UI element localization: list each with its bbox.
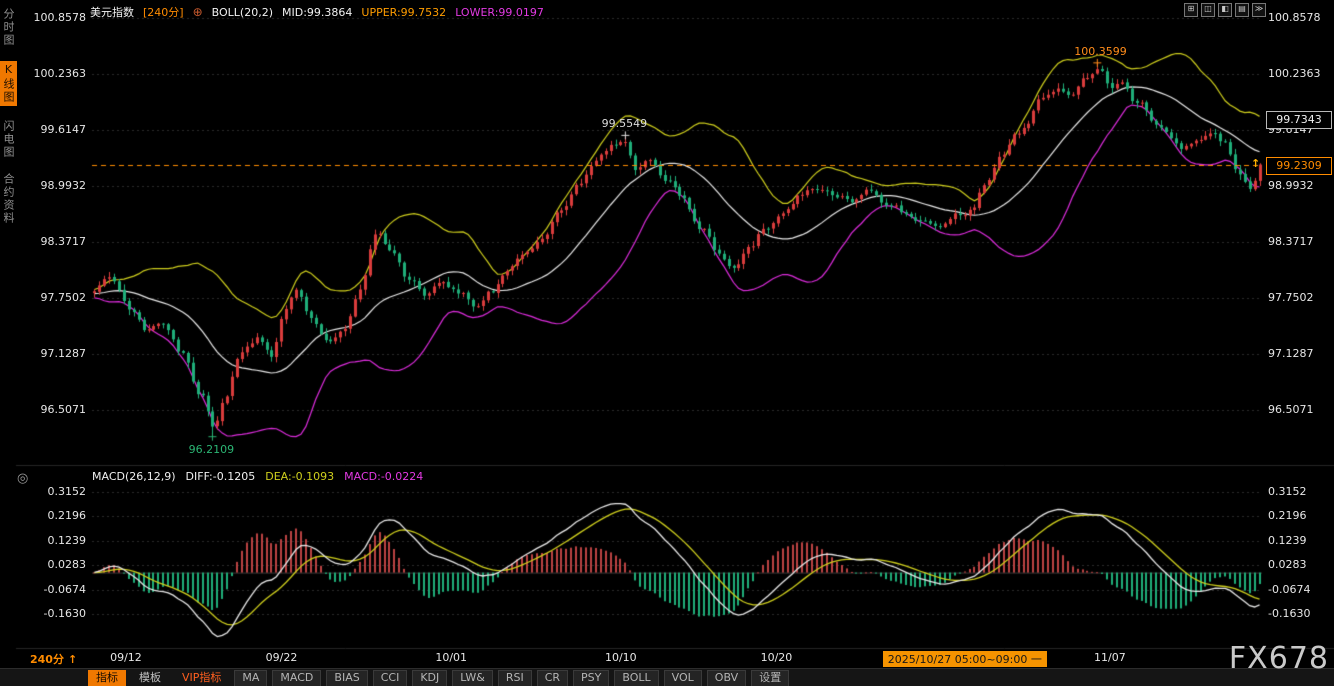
macd-axis-label-right: 0.2196 xyxy=(1268,509,1307,522)
price-axis-label-right: 97.1287 xyxy=(1268,347,1314,360)
boll-label: BOLL(20,2) xyxy=(212,6,273,19)
macd-axis-label-right: -0.0674 xyxy=(1268,583,1310,596)
toolbar-button-1[interactable]: MACD xyxy=(272,670,321,686)
price-axis-label-left: 98.9932 xyxy=(24,179,86,192)
price-direction-arrow-icon: ↑ xyxy=(1251,157,1260,170)
toolbar-tab-0[interactable]: 指标 xyxy=(88,670,126,686)
macd-diff-value: DIFF:-0.1205 xyxy=(186,470,256,483)
layout-expand-icon[interactable]: ≫ xyxy=(1252,3,1266,17)
add-indicator-icon[interactable]: ⊕ xyxy=(193,5,203,19)
footer-period: 240分 ↑ xyxy=(30,651,77,667)
price-axis-label-left: 96.5071 xyxy=(24,403,86,416)
window-controls: ⊞◫◧▤≫ xyxy=(1184,3,1266,17)
macd-axis-label-left: 0.3152 xyxy=(24,485,86,498)
layout-rows-icon[interactable]: ▤ xyxy=(1235,3,1249,17)
price-axis-label-right: 100.2363 xyxy=(1268,67,1321,80)
toolbar: 指标模板 VIP指标 MA MACD BIAS CCIKDJ LW&RSI CR PSY BOLL… xyxy=(88,670,789,686)
macd-axis-label-right: 0.0283 xyxy=(1268,558,1307,571)
macd-dea-value: DEA:-0.1093 xyxy=(265,470,334,483)
sidebar-tab-0[interactable]: 分时图 xyxy=(0,8,16,47)
chart-header: 美元指数 [240分] ⊕ BOLL(20,2) MID:99.3864 UPP… xyxy=(90,4,544,20)
x-axis-label: 09/12 xyxy=(110,651,142,664)
x-axis-label: 10/20 xyxy=(761,651,793,664)
boll-upper-value: UPPER:99.7532 xyxy=(361,6,446,19)
footer-period-label[interactable]: 240分 xyxy=(30,651,64,667)
toolbar-button-2[interactable]: BIAS xyxy=(326,670,367,686)
layout-left-panel-icon[interactable]: ◧ xyxy=(1218,3,1232,17)
price-axis-label-left: 100.8578 xyxy=(24,11,86,24)
toolbar-button-7[interactable]: CR xyxy=(537,670,568,686)
macd-axis-label-left: -0.0674 xyxy=(24,583,86,596)
toolbar-tab-1[interactable]: 模板 xyxy=(131,670,169,686)
price-axis-label-left: 98.3717 xyxy=(24,235,86,248)
price-axis-label-right: 98.3717 xyxy=(1268,235,1314,248)
price-axis-label-right: 96.5071 xyxy=(1268,403,1314,416)
current-price-tag: 99.2309 xyxy=(1266,157,1332,175)
x-axis-label-selected: 2025/10/27 05:00~09:00 一 xyxy=(883,651,1047,667)
sidebar-tab-2[interactable]: 闪电图 xyxy=(0,120,16,159)
sidebar-tab-3[interactable]: 合约资料 xyxy=(0,173,16,225)
period-label[interactable]: [240分] xyxy=(143,4,184,20)
macd-axis-label-left: 0.0283 xyxy=(24,558,86,571)
macd-axis-label-right: 0.3152 xyxy=(1268,485,1307,498)
watermark: FX678 xyxy=(1229,641,1329,676)
macd-macd-value: MACD:-0.0224 xyxy=(344,470,423,483)
macd-axis-label-left: 0.1239 xyxy=(24,534,86,547)
price-axis-label-right: 98.9932 xyxy=(1268,179,1314,192)
toolbar-button-0[interactable]: MA xyxy=(234,670,267,686)
sidebar: 分时图 K线图闪电图合约资料 xyxy=(0,8,16,225)
chart-canvas[interactable] xyxy=(0,0,1334,686)
boll-upper-price-tag: 99.7343 xyxy=(1266,111,1332,129)
symbol-name: 美元指数 xyxy=(90,4,134,20)
price-annotation: 96.2109 xyxy=(189,443,235,456)
price-axis-label-left: 100.2363 xyxy=(24,67,86,80)
toolbar-button-3[interactable]: CCI xyxy=(373,670,408,686)
toolbar-button-8[interactable]: PSY xyxy=(573,670,609,686)
x-axis-label: 09/22 xyxy=(266,651,298,664)
price-annotation: 99.5549 xyxy=(602,117,648,130)
macd-axis-label-right: 0.1239 xyxy=(1268,534,1307,547)
toolbar-button-5[interactable]: LW& xyxy=(452,670,493,686)
indicator-settings-icon[interactable]: ◎ xyxy=(17,471,28,486)
footer-up-arrow-icon[interactable]: ↑ xyxy=(68,653,77,666)
layout-two-column-icon[interactable]: ◫ xyxy=(1201,3,1215,17)
x-axis-label: 11/07 xyxy=(1094,651,1126,664)
toolbar-button-6[interactable]: RSI xyxy=(498,670,532,686)
boll-mid-value: MID:99.3864 xyxy=(282,6,352,19)
macd-axis-label-right: -0.1630 xyxy=(1268,607,1310,620)
macd-axis-label-left: 0.2196 xyxy=(24,509,86,522)
toolbar-button-10[interactable]: VOL xyxy=(664,670,702,686)
price-annotation: 100.3599 xyxy=(1074,45,1127,58)
price-axis-label-left: 97.1287 xyxy=(24,347,86,360)
price-axis-label-right: 100.8578 xyxy=(1268,11,1321,24)
macd-header: MACD(26,12,9) DIFF:-0.1205 DEA:-0.1093 M… xyxy=(92,470,423,483)
sidebar-tab-1[interactable]: K线图 xyxy=(0,61,17,106)
price-axis-label-left: 99.6147 xyxy=(24,123,86,136)
toolbar-tab-2[interactable]: VIP指标 xyxy=(174,670,229,686)
x-axis-label: 10/01 xyxy=(435,651,467,664)
macd-label: MACD(26,12,9) xyxy=(92,470,176,483)
trading-app-window: 分时图 K线图闪电图合约资料 美元指数 [240分] ⊕ BOLL(20,2) M… xyxy=(0,0,1334,686)
toolbar-button-4[interactable]: KDJ xyxy=(412,670,447,686)
price-axis-label-left: 97.7502 xyxy=(24,291,86,304)
boll-lower-value: LOWER:99.0197 xyxy=(455,6,544,19)
toolbar-button-12[interactable]: 设置 xyxy=(751,670,789,686)
toolbar-button-11[interactable]: OBV xyxy=(707,670,746,686)
x-axis-label: 10/10 xyxy=(605,651,637,664)
toolbar-button-9[interactable]: BOLL xyxy=(614,670,658,686)
layout-grid-icon[interactable]: ⊞ xyxy=(1184,3,1198,17)
price-axis-label-right: 97.7502 xyxy=(1268,291,1314,304)
macd-axis-label-left: -0.1630 xyxy=(24,607,86,620)
